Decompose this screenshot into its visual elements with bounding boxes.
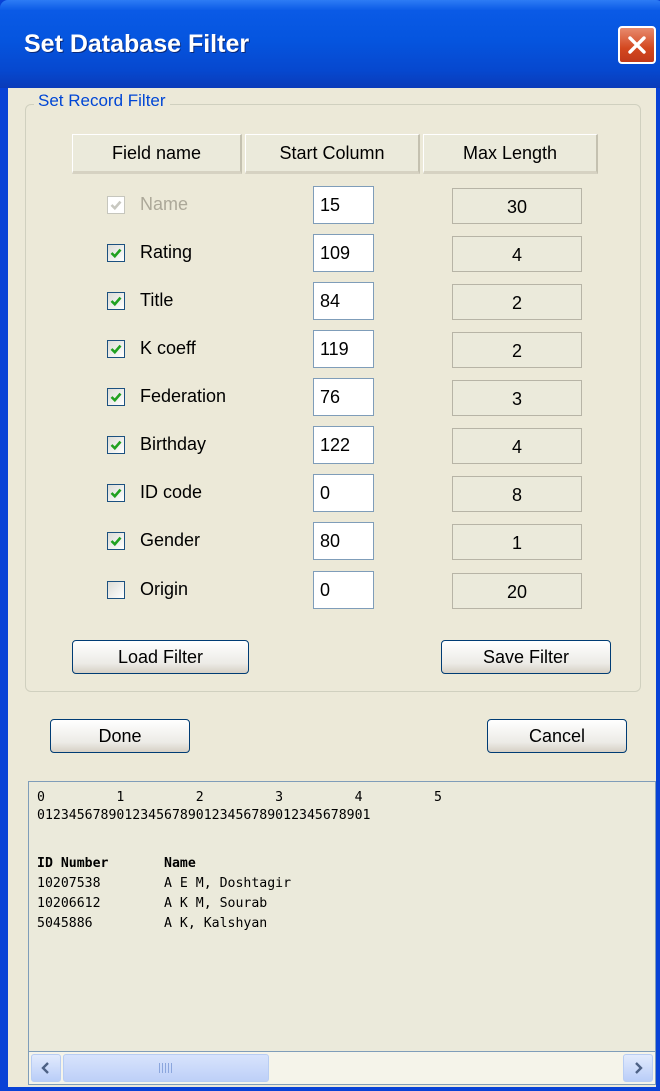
scroll-thumb[interactable]: [63, 1054, 269, 1082]
done-button[interactable]: Done: [50, 719, 190, 753]
field-row: Origin 0 20: [0, 571, 660, 611]
close-icon: [628, 36, 646, 54]
field-label: Federation: [140, 386, 227, 406]
field-checkbox[interactable]: [107, 484, 125, 502]
field-checkbox[interactable]: [107, 436, 125, 454]
title-bar[interactable]: Set Database Filter: [0, 0, 660, 88]
checkmark-icon: [110, 392, 122, 403]
max-length-value: 4: [452, 236, 582, 272]
start-column-input[interactable]: 119: [313, 330, 374, 368]
record-preview-panel[interactable]: 0 1 2 3 4 5 0123456789012345678901234567…: [28, 781, 656, 1085]
field-row: Federation 76 3: [0, 378, 660, 418]
cancel-button[interactable]: Cancel: [487, 719, 627, 753]
checkmark-icon: [110, 296, 122, 307]
start-column-input[interactable]: 122: [313, 426, 374, 464]
start-column-input[interactable]: 0: [313, 571, 374, 609]
field-checkbox[interactable]: [107, 292, 125, 310]
field-row: Gender 80 1: [0, 522, 660, 562]
field-label: Rating: [140, 242, 193, 262]
arrow-left-icon: [41, 1062, 49, 1074]
field-label: Name: [140, 194, 189, 214]
record-filter-group-label: Set Record Filter: [34, 91, 170, 111]
start-column-header: Start Column: [245, 134, 420, 174]
horizontal-scrollbar[interactable]: [28, 1051, 656, 1085]
window-title: Set Database Filter: [24, 30, 250, 58]
start-column-input[interactable]: 76: [313, 378, 374, 416]
start-column-input[interactable]: 80: [313, 522, 374, 560]
preview-header-line: ID Number Name: [37, 856, 196, 871]
grip-icon: [159, 1063, 173, 1073]
field-label: Title: [140, 290, 174, 310]
field-row: Birthday 122 4: [0, 426, 660, 466]
max-length-value: 2: [452, 332, 582, 368]
field-label: Birthday: [140, 434, 207, 454]
checkmark-icon: [110, 200, 122, 211]
checkmark-icon: [110, 440, 122, 451]
record-line: 10207538 A E M, Doshtagir: [37, 876, 292, 891]
max-length-value: 30: [452, 188, 582, 224]
field-label: K coeff: [140, 338, 196, 358]
field-label: Origin: [140, 579, 189, 599]
ruler-tens: 0 1 2 3 4 5: [37, 790, 442, 805]
save-filter-button[interactable]: Save Filter: [441, 640, 611, 674]
field-checkbox[interactable]: [107, 581, 125, 599]
record-line: 5045886 A K, Kalshyan: [37, 916, 268, 931]
max-length-header: Max Length: [423, 134, 598, 174]
field-label: ID code: [140, 482, 203, 502]
max-length-value: 2: [452, 284, 582, 320]
start-column-input[interactable]: 109: [313, 234, 374, 272]
max-length-value: 3: [452, 380, 582, 416]
field-label: Gender: [140, 530, 201, 550]
checkmark-icon: [110, 344, 122, 355]
field-checkbox[interactable]: [107, 532, 125, 550]
load-filter-button[interactable]: Load Filter: [72, 640, 249, 674]
field-checkbox[interactable]: [107, 340, 125, 358]
field-name-header: Field name: [72, 134, 242, 174]
max-length-value: 4: [452, 428, 582, 464]
field-checkbox[interactable]: [107, 388, 125, 406]
field-row: Rating 109 4: [0, 234, 660, 274]
field-row: Title 84 2: [0, 282, 660, 322]
field-row: Name 15 30: [0, 186, 660, 226]
ruler-digits: 0123456789012345678901234567890123456789…: [37, 808, 371, 823]
max-length-value: 8: [452, 476, 582, 512]
start-column-input[interactable]: 0: [313, 474, 374, 512]
checkmark-icon: [110, 248, 122, 259]
start-column-input[interactable]: 15: [313, 186, 374, 224]
max-length-value: 1: [452, 524, 582, 560]
checkmark-icon: [110, 488, 122, 499]
arrow-right-icon: [635, 1062, 643, 1074]
checkmark-icon: [110, 536, 122, 547]
field-checkbox[interactable]: [107, 244, 125, 262]
scroll-left-button[interactable]: [31, 1054, 61, 1082]
field-row: ID code 0 8: [0, 474, 660, 514]
scroll-right-button[interactable]: [623, 1054, 653, 1082]
max-length-value: 20: [452, 573, 582, 609]
field-row: K coeff 119 2: [0, 330, 660, 370]
start-column-input[interactable]: 84: [313, 282, 374, 320]
close-button[interactable]: [618, 26, 656, 64]
field-checkbox: [107, 196, 125, 214]
record-line: 10206612 A K M, Sourab: [37, 896, 268, 911]
